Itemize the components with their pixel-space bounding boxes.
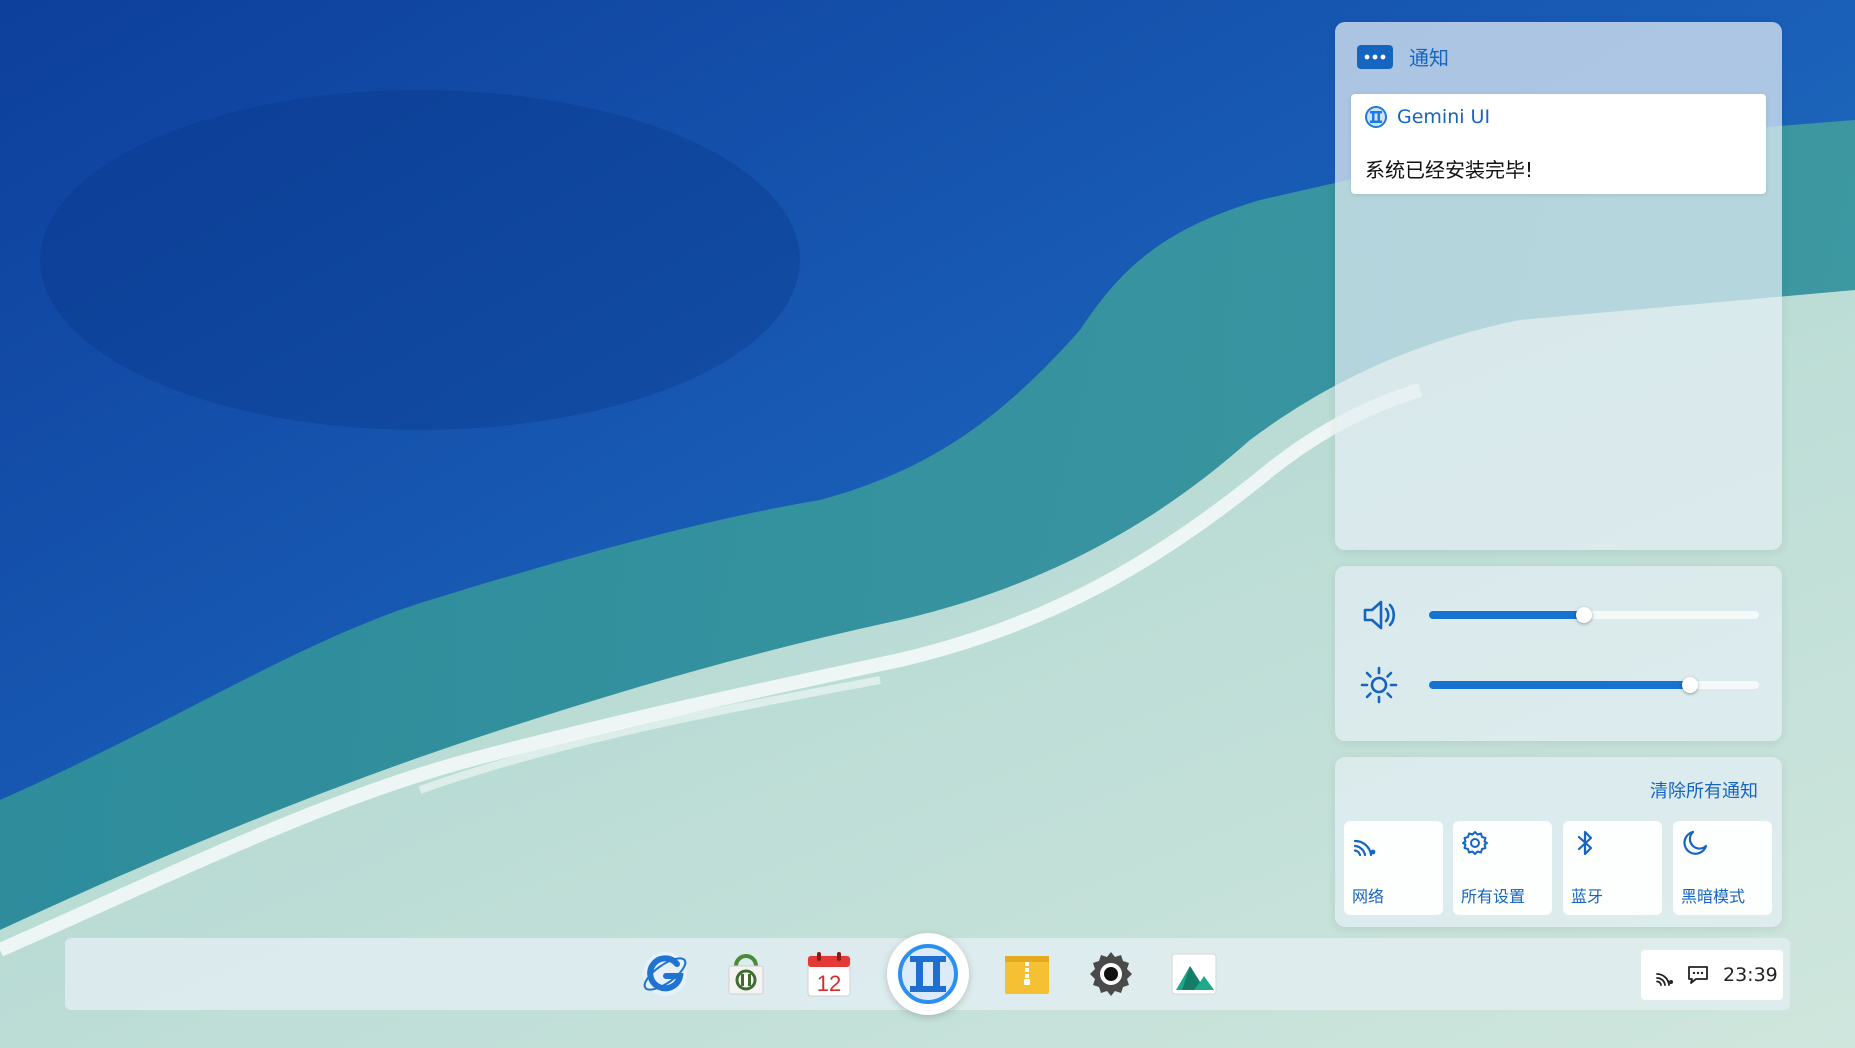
tile-bluetooth-label: 蓝牙 [1571,887,1604,906]
notification-app-name: Gemini UI [1397,106,1491,128]
tile-all-settings-label: 所有设置 [1461,887,1526,906]
notification-message: 系统已经安装完毕! [1365,158,1534,182]
tile-dark-mode[interactable]: 黑暗模式 [1673,821,1772,915]
tile-network[interactable]: 网络 [1344,821,1443,915]
gallery-app-icon[interactable] [1168,948,1220,1000]
message-dots-icon [1357,44,1393,69]
gemini-ui-icon [1365,106,1387,128]
moon-icon [1683,830,1708,855]
brightness-row [1359,665,1759,705]
gear-icon [1462,831,1488,855]
speaker-icon[interactable] [1359,595,1399,635]
system-tray: 23:39 [1641,950,1783,1000]
archive-app-icon[interactable] [1001,948,1053,1000]
taskbar: 12 [65,933,1790,1015]
tile-all-settings[interactable]: 所有设置 [1453,821,1552,915]
wifi-icon[interactable] [1655,964,1677,986]
store-app-icon[interactable] [720,948,772,1000]
sun-icon[interactable] [1359,665,1399,705]
calendar-day-label: 12 [817,971,841,996]
brightness-slider-thumb[interactable] [1681,677,1698,693]
notification-header: 通知 [1357,42,1449,71]
volume-row [1359,595,1759,635]
volume-slider-thumb[interactable] [1576,607,1593,623]
gemini-launcher-icon[interactable] [887,933,969,1015]
browser-app-icon[interactable] [639,948,691,1000]
notification-app-row: Gemini UI [1365,106,1490,128]
brightness-slider-fill [1429,681,1690,689]
clear-all-notifications-button[interactable]: 清除所有通知 [1650,777,1758,803]
tile-dark-mode-label: 黑暗模式 [1681,887,1746,906]
brightness-slider[interactable] [1429,677,1759,693]
wifi-icon [1353,839,1376,857]
clock[interactable]: 23:39 [1723,964,1778,986]
sliders-panel [1335,566,1782,741]
tile-bluetooth[interactable]: 蓝牙 [1563,821,1662,915]
settings-app-icon[interactable] [1085,948,1137,1000]
notification-card[interactable]: Gemini UI 系统已经安装完毕! [1351,94,1766,194]
notification-title: 通知 [1409,46,1449,70]
bluetooth-icon [1577,830,1593,856]
quick-settings-panel: 清除所有通知 网络 所有设置 蓝牙 黑暗模式 [1335,757,1782,927]
volume-slider-fill [1429,611,1585,619]
notification-panel: 通知 Gemini UI 系统已经安装完毕! [1335,22,1782,550]
volume-slider[interactable] [1429,607,1759,623]
chat-icon[interactable] [1687,964,1709,986]
tile-network-label: 网络 [1352,887,1385,906]
calendar-app-icon[interactable]: 12 [803,948,855,1000]
